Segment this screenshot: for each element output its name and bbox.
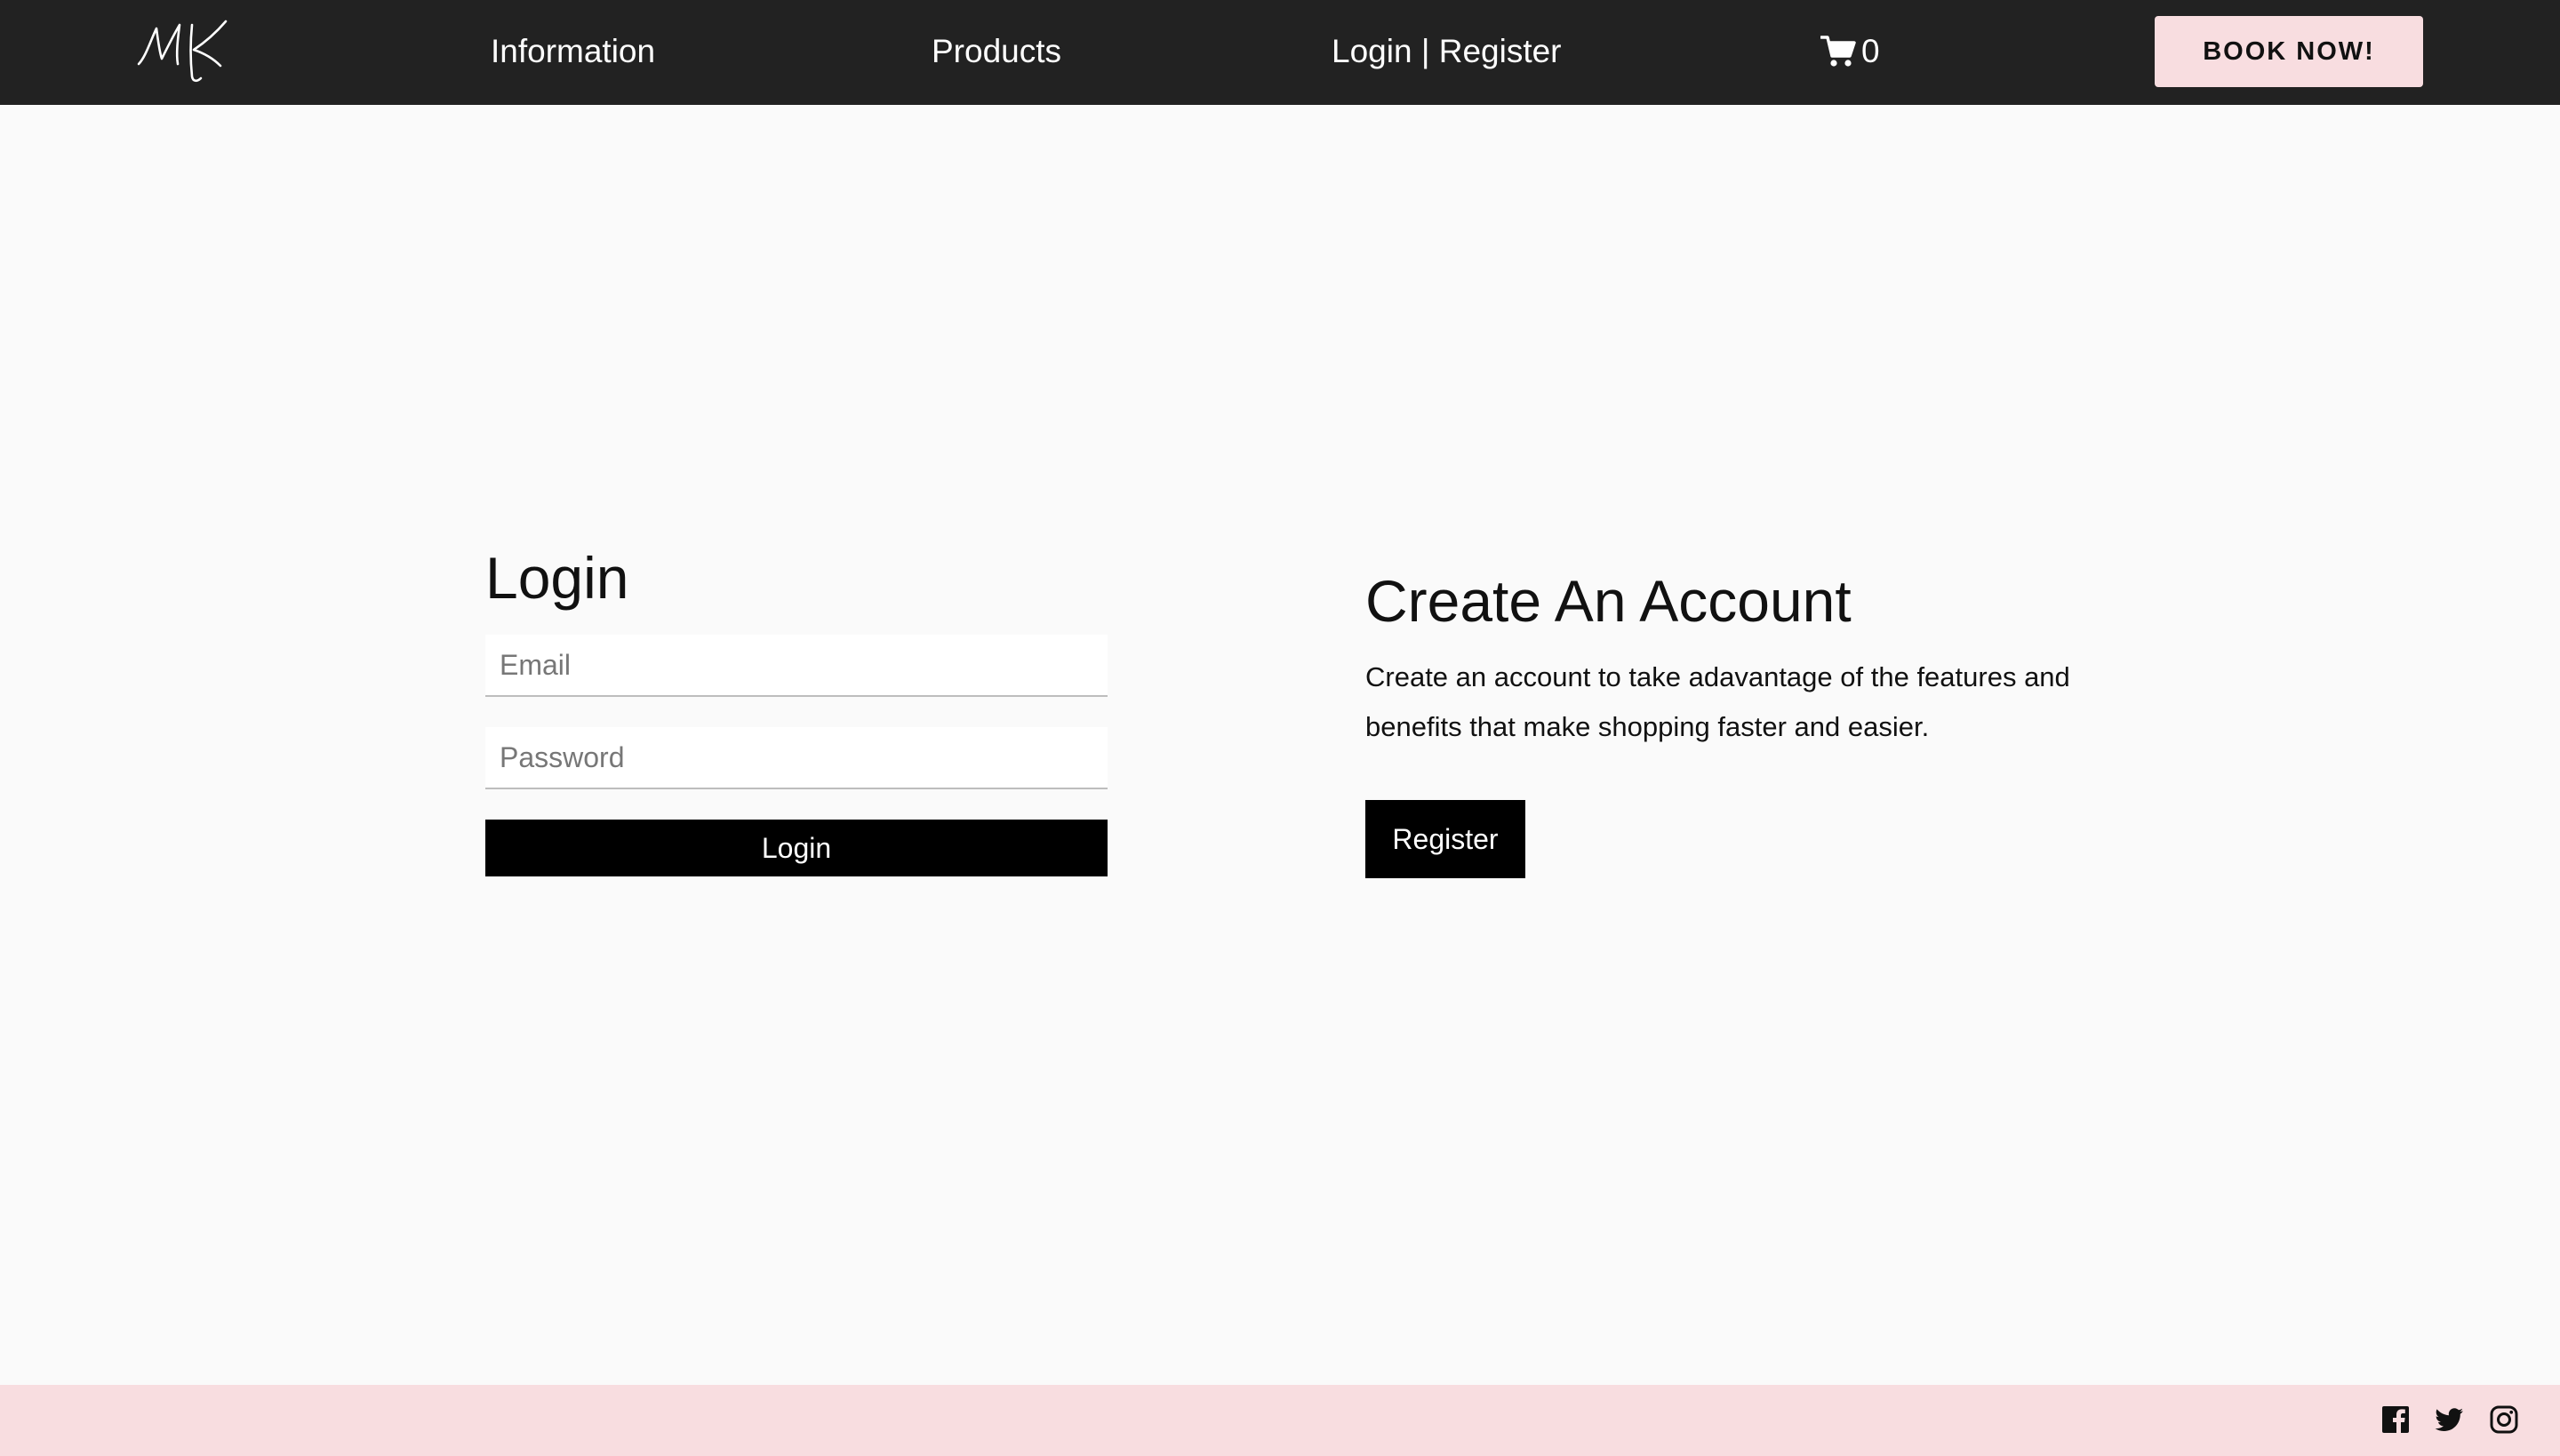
password-field[interactable] <box>485 727 1108 789</box>
nav-link-login[interactable]: Login <box>1332 33 1412 69</box>
nav-separator: | <box>1420 33 1430 69</box>
nav-link-products[interactable]: Products <box>932 30 1061 73</box>
login-title: Login <box>485 545 629 611</box>
login-button[interactable]: Login <box>485 820 1108 876</box>
navbar: Information Products Login | Register 0 … <box>0 0 2560 105</box>
create-account-section: Create An Account Create an account to t… <box>1365 565 2130 878</box>
logo[interactable] <box>133 12 231 84</box>
nav-login-register: Login | Register <box>1332 30 1562 73</box>
email-field[interactable] <box>485 635 1108 697</box>
footer <box>0 1385 2560 1456</box>
book-now-button[interactable]: BOOK NOW! <box>2155 16 2423 87</box>
create-account-description: Create an account to take adavantage of … <box>1365 661 2070 742</box>
create-account-title: Create An Account <box>1365 568 1852 634</box>
facebook-icon[interactable] <box>2380 1404 2411 1435</box>
register-button[interactable]: Register <box>1365 800 1525 878</box>
twitter-icon[interactable] <box>2434 1404 2464 1435</box>
cart-count: 0 <box>1861 33 1880 69</box>
mk-logo-icon <box>137 20 228 83</box>
instagram-icon[interactable] <box>2489 1404 2519 1435</box>
nav-link-register[interactable]: Register <box>1439 33 1562 69</box>
nav-link-information[interactable]: Information <box>491 30 655 73</box>
cart-button[interactable]: 0 <box>1820 32 1880 71</box>
shopping-cart-icon <box>1820 35 1856 68</box>
login-section: Login Login <box>485 542 1108 876</box>
